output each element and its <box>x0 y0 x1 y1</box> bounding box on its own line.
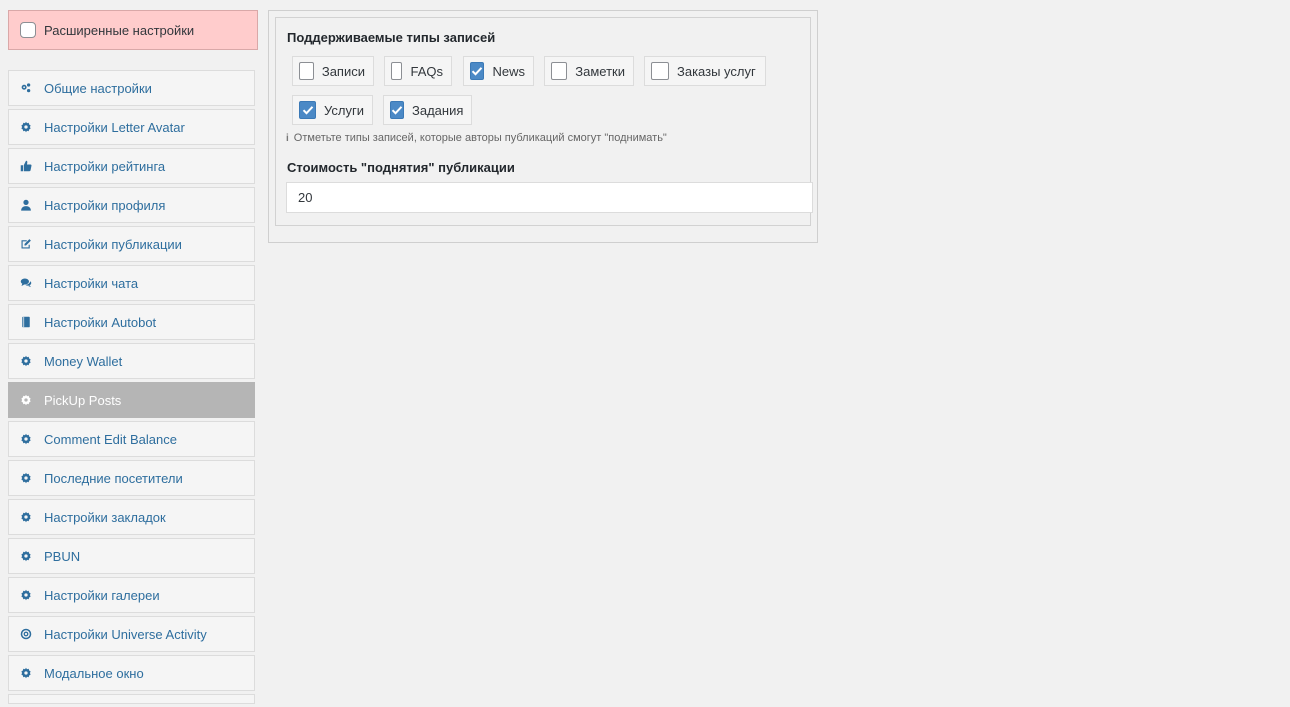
gear-icon <box>19 588 33 602</box>
post-type-label: Задания <box>412 102 464 118</box>
sidebar-item-pbun[interactable]: PBUN <box>8 538 255 574</box>
cost-title: Стоимость "поднятия" публикации <box>287 160 515 175</box>
sidebar-item-last-visitors[interactable]: Последние посетители <box>8 460 255 496</box>
gear-icon <box>19 666 33 680</box>
post-type-checkbox[interactable] <box>551 62 568 80</box>
post-types-hint: i Отметьте типы записей, которые авторы … <box>286 132 667 144</box>
sidebar-item-partial[interactable] <box>8 694 255 704</box>
pickup-posts-panel: Поддерживаемые типы записей Записи FAQs … <box>268 10 818 243</box>
sidebar-item-label: Настройки публикации <box>44 236 182 252</box>
sidebar-item-pickup-posts[interactable]: PickUp Posts <box>8 382 255 418</box>
advanced-settings-toggle[interactable]: Расширенные настройки <box>8 10 258 50</box>
gear-icon <box>19 510 33 524</box>
sidebar-item-label: Настройки Autobot <box>44 314 157 330</box>
post-type-option-zametki[interactable]: Заметки <box>544 56 634 86</box>
sidebar-item-label: Настройки галереи <box>44 587 160 603</box>
post-type-option-zakazy-uslug[interactable]: Заказы услуг <box>644 56 766 86</box>
sidebar-item-label: Настройки чата <box>44 275 139 291</box>
gear-icon <box>19 471 33 485</box>
sidebar-item-comment-edit-balance[interactable]: Comment Edit Balance <box>8 421 255 457</box>
post-type-label: FAQs <box>410 63 443 79</box>
comments-icon <box>19 276 33 290</box>
post-type-option-faqs[interactable]: FAQs <box>384 56 452 86</box>
sidebar-item-label: Общие настройки <box>44 80 152 96</box>
post-type-checkbox[interactable] <box>299 62 314 80</box>
post-type-label: Заметки <box>575 63 625 79</box>
checkmark-icon <box>391 106 403 115</box>
post-type-checkbox[interactable] <box>651 62 669 80</box>
sidebar-item-chat[interactable]: Настройки чата <box>8 265 255 301</box>
post-type-label: Услуги <box>324 102 364 118</box>
post-type-checkbox[interactable] <box>470 62 485 80</box>
sidebar-item-profile[interactable]: Настройки профиля <box>8 187 255 223</box>
sidebar-item-label: Последние посетители <box>44 470 183 486</box>
post-type-checkbox[interactable] <box>391 62 403 80</box>
sidebar-item-letter-avatar[interactable]: Настройки Letter Avatar <box>8 109 255 145</box>
sidebar-item-label: Модальное окно <box>44 665 144 681</box>
gear-icon <box>19 549 33 563</box>
post-types-title: Поддерживаемые типы записей <box>287 30 496 45</box>
pickup-posts-panel-inner: Поддерживаемые типы записей Записи FAQs … <box>275 17 813 226</box>
post-type-checkbox[interactable] <box>299 101 317 119</box>
gear-icon <box>19 393 33 407</box>
post-type-option-zapisi[interactable]: Записи <box>292 56 374 86</box>
sidebar-item-general[interactable]: Общие настройки <box>8 70 255 106</box>
gears-icon <box>19 81 33 95</box>
sidebar-item-bookmarks[interactable]: Настройки закладок <box>8 499 255 535</box>
sidebar-item-label: Comment Edit Balance <box>44 431 177 447</box>
book-icon <box>19 315 33 329</box>
sidebar-item-money-wallet[interactable]: Money Wallet <box>8 343 255 379</box>
post-type-label: News <box>492 63 525 79</box>
sidebar-item-publication[interactable]: Настройки публикации <box>8 226 255 262</box>
post-type-option-news[interactable]: News <box>463 56 534 86</box>
post-type-option-uslugi[interactable]: Услуги <box>292 95 373 125</box>
bullseye-icon <box>19 627 33 641</box>
sidebar-item-label: Настройки Universe Activity <box>44 626 207 642</box>
sidebar-item-label: Настройки Letter Avatar <box>44 119 185 135</box>
sidebar-item-autobot[interactable]: Настройки Autobot <box>8 304 255 340</box>
sidebar-item-label: Настройки закладок <box>44 509 166 525</box>
sidebar-item-label: PickUp Posts <box>44 392 122 408</box>
sidebar-item-label: Money Wallet <box>44 353 123 369</box>
post-type-checkbox[interactable] <box>390 101 404 119</box>
post-type-option-zadaniya[interactable]: Задания <box>383 95 472 125</box>
pickup-cost-input[interactable] <box>286 182 813 213</box>
sidebar-item-modal-window[interactable]: Модальное окно <box>8 655 255 691</box>
sidebar-item-universe-activity[interactable]: Настройки Universe Activity <box>8 616 255 652</box>
edit-icon <box>19 237 33 251</box>
sidebar-item-label: PBUN <box>44 548 81 564</box>
checkmark-icon <box>472 67 483 76</box>
post-type-label: Записи <box>321 63 365 79</box>
advanced-settings-label: Расширенные настройки <box>44 22 195 38</box>
sidebar-item-label: Настройки рейтинга <box>44 158 166 174</box>
thumbs-up-icon <box>19 159 33 173</box>
user-icon <box>19 198 33 212</box>
post-type-label: Заказы услуг <box>677 63 756 79</box>
gear-icon <box>19 432 33 446</box>
sidebar-item-label: Настройки профиля <box>44 197 166 213</box>
gear-icon <box>19 354 33 368</box>
settings-sidebar: Общие настройки Настройки Letter Avatar … <box>8 70 255 707</box>
post-types-hint-text: Отметьте типы записей, которые авторы пу… <box>293 132 667 144</box>
sidebar-item-rating[interactable]: Настройки рейтинга <box>8 148 255 184</box>
sidebar-item-gallery[interactable]: Настройки галереи <box>8 577 255 613</box>
checkmark-icon <box>302 106 313 115</box>
gear-icon <box>19 120 33 134</box>
advanced-settings-checkbox[interactable] <box>20 22 36 38</box>
info-icon: i <box>286 132 289 144</box>
